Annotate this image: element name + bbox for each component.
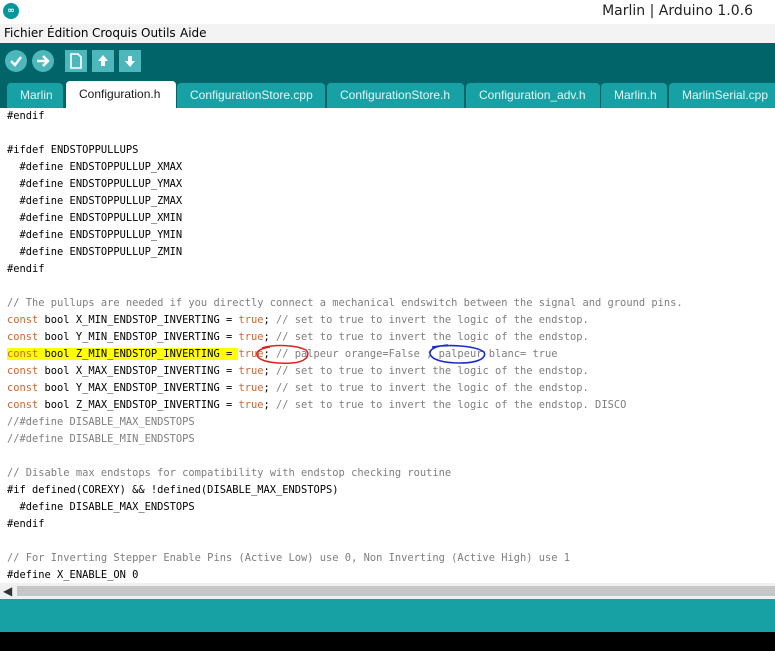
comment: // set to true to invert the logic of th… bbox=[269, 365, 589, 377]
value: true bbox=[238, 348, 264, 360]
menu-croquis[interactable]: Croquis bbox=[92, 26, 137, 40]
code-line: #define ENDSTOPPULLUP_ZMIN bbox=[7, 246, 183, 258]
tab-configurationstore-cpp[interactable]: ConfigurationStore.cpp bbox=[177, 83, 325, 108]
code-line: #define ENDSTOPPULLUP_YMAX bbox=[7, 178, 183, 190]
value: true bbox=[238, 331, 264, 343]
upload-button[interactable] bbox=[32, 50, 54, 72]
arduino-logo-icon: ∞ bbox=[3, 3, 19, 19]
keyword: const bbox=[7, 348, 39, 360]
code-comment-line: //#define DISABLE_MAX_ENDSTOPS bbox=[7, 416, 195, 428]
code-line: const bool Y_MIN_ENDSTOP_INVERTING = tru… bbox=[7, 329, 589, 346]
code-line: #define DISABLE_MAX_ENDSTOPS bbox=[7, 501, 195, 513]
keyword: const bbox=[7, 382, 39, 394]
console-area bbox=[0, 632, 775, 651]
comment: // set to true to invert the logic of th… bbox=[269, 399, 627, 411]
comment: // palpeur orange=False ; palpeur blanc=… bbox=[269, 348, 558, 360]
value: true bbox=[238, 365, 264, 377]
menu-aide[interactable]: Aide bbox=[180, 26, 207, 40]
code-comment-line: // The pullups are needed if you directl… bbox=[7, 297, 683, 309]
verify-button[interactable] bbox=[5, 50, 27, 72]
declaration: bool Y_MAX_ENDSTOP_INVERTING = bbox=[38, 382, 239, 394]
code-line: #define ENDSTOPPULLUP_ZMAX bbox=[7, 195, 183, 207]
keyword: const bbox=[7, 399, 39, 411]
save-icon bbox=[125, 56, 135, 67]
code-line: #define ENDSTOPPULLUP_XMAX bbox=[7, 161, 183, 173]
code-comment-line: // Disable max endstops for compatibilit… bbox=[7, 467, 452, 479]
declaration: bool X_MIN_ENDSTOP_INVERTING = bbox=[38, 314, 239, 326]
menu-edition[interactable]: Édition bbox=[47, 26, 89, 40]
declaration: bool X_MAX_ENDSTOP_INVERTING = bbox=[38, 365, 239, 377]
horizontal-scrollbar[interactable]: ◀ bbox=[0, 583, 775, 599]
new-button[interactable] bbox=[65, 50, 87, 72]
status-bar bbox=[0, 599, 775, 632]
tab-configuration-h[interactable]: Configuration.h bbox=[66, 81, 176, 108]
code-line: #if defined(COREXY) && !defined(DISABLE_… bbox=[7, 484, 339, 496]
tab-configuration-adv-h[interactable]: Configuration_adv.h bbox=[466, 83, 600, 108]
title-bar: ∞ Marlin | Arduino 1.0.6 bbox=[0, 0, 775, 24]
code-line: const bool Y_MAX_ENDSTOP_INVERTING = tru… bbox=[7, 380, 589, 397]
keyword: const bbox=[7, 314, 39, 326]
window-title: Marlin | Arduino 1.0.6 bbox=[602, 3, 753, 19]
scroll-left-icon[interactable]: ◀ bbox=[3, 584, 12, 598]
tab-marlin[interactable]: Marlin bbox=[7, 83, 63, 108]
open-button[interactable] bbox=[92, 50, 114, 72]
tab-bar: Marlin Configuration.h ConfigurationStor… bbox=[0, 79, 775, 108]
code-line: #define ENDSTOPPULLUP_YMIN bbox=[7, 229, 183, 241]
keyword: const bbox=[7, 331, 39, 343]
comment: // set to true to invert the logic of th… bbox=[269, 382, 589, 394]
upload-icon bbox=[37, 55, 50, 67]
verify-icon bbox=[10, 56, 22, 67]
tab-configurationstore-h[interactable]: ConfigurationStore.h bbox=[327, 83, 464, 108]
code-editor[interactable]: #endif #ifdef ENDSTOPPULLUPS #define END… bbox=[0, 108, 775, 583]
code-line: #endif bbox=[7, 518, 45, 530]
comment: // set to true to invert the logic of th… bbox=[269, 314, 589, 326]
value: true bbox=[238, 399, 264, 411]
tab-marlin-h[interactable]: Marlin.h bbox=[601, 83, 667, 108]
code-line: #ifdef ENDSTOPPULLUPS bbox=[7, 144, 139, 156]
keyword: const bbox=[7, 365, 39, 377]
value: true bbox=[238, 314, 264, 326]
menu-fichier[interactable]: Fichier bbox=[4, 26, 43, 40]
code-comment-line: //#define DISABLE_MIN_ENDSTOPS bbox=[7, 433, 195, 445]
save-button[interactable] bbox=[119, 50, 141, 72]
declaration: bool Y_MIN_ENDSTOP_INVERTING = bbox=[38, 331, 239, 343]
comment: // set to true to invert the logic of th… bbox=[269, 331, 589, 343]
scrollbar-thumb[interactable] bbox=[17, 586, 775, 596]
value: true bbox=[238, 382, 264, 394]
new-icon bbox=[70, 53, 82, 69]
menu-bar: Fichier Édition Croquis Outils Aide bbox=[0, 24, 775, 43]
code-line: #endif bbox=[7, 263, 45, 275]
code-line-highlighted: const bool Z_MIN_ENDSTOP_INVERTING = tru… bbox=[7, 346, 558, 363]
tab-marlinserial-cpp[interactable]: MarlinSerial.cpp bbox=[669, 83, 775, 108]
code-comment-line: // For Inverting Stepper Enable Pins (Ac… bbox=[7, 552, 571, 564]
open-icon bbox=[98, 55, 108, 66]
declaration: bool Z_MIN_ENDSTOP_INVERTING = bbox=[38, 348, 239, 360]
declaration: bool Z_MAX_ENDSTOP_INVERTING = bbox=[38, 399, 239, 411]
code-line: #define ENDSTOPPULLUP_XMIN bbox=[7, 212, 183, 224]
code-line: const bool X_MAX_ENDSTOP_INVERTING = tru… bbox=[7, 363, 589, 380]
code-line: const bool X_MIN_ENDSTOP_INVERTING = tru… bbox=[7, 312, 589, 329]
code-line: const bool Z_MAX_ENDSTOP_INVERTING = tru… bbox=[7, 397, 626, 414]
code-line: #define X_ENABLE_ON 0 bbox=[7, 569, 139, 581]
code-line: #endif bbox=[7, 110, 45, 122]
toolbar bbox=[0, 43, 775, 79]
menu-outils[interactable]: Outils bbox=[141, 26, 176, 40]
